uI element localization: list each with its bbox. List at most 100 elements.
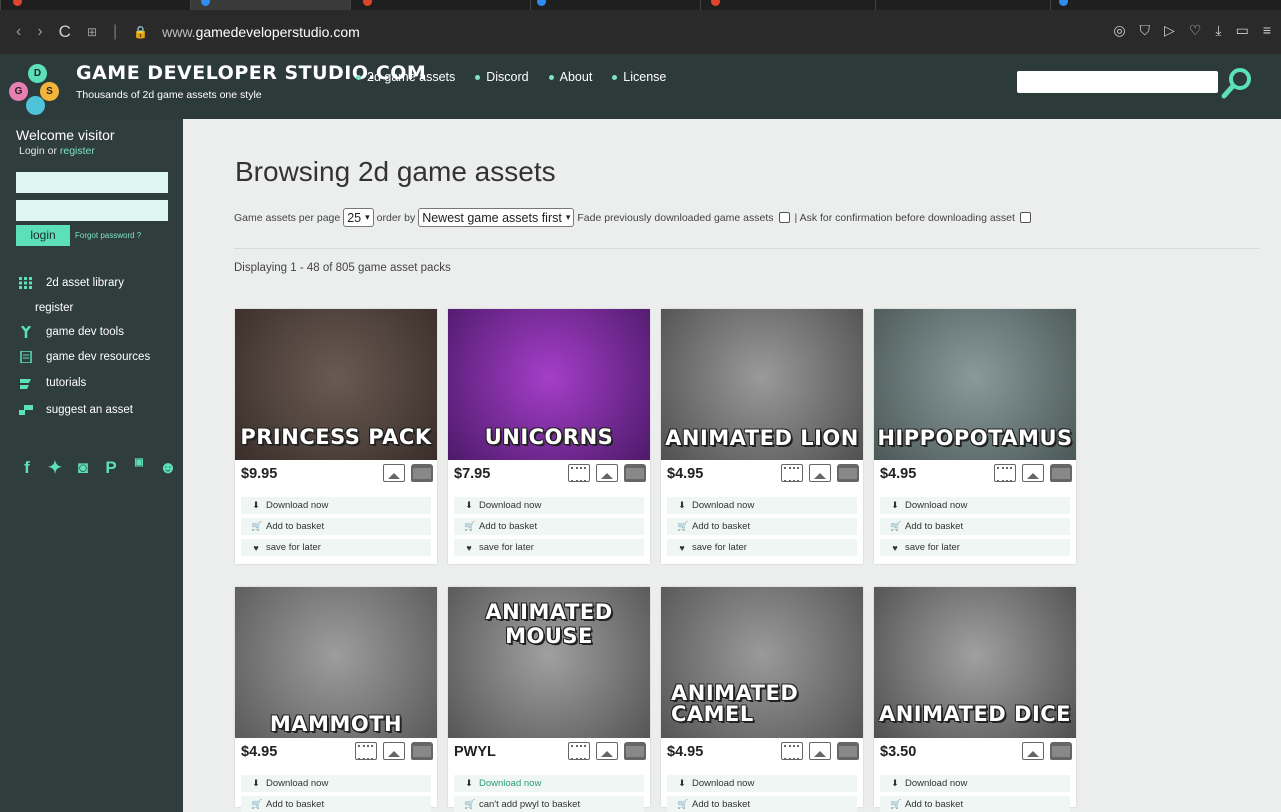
download-now-button[interactable]: ⬇ Download now (454, 775, 644, 792)
sidebar-item-tutorials[interactable]: tutorials (19, 377, 86, 389)
download-now-button[interactable]: ⬇ Download now (880, 775, 1070, 792)
youtube-icon[interactable]: ▣ (131, 458, 147, 478)
asset-title: HIPPOPOTAMUS (877, 426, 1073, 450)
download-now-button[interactable]: ⬇ Download now (241, 497, 431, 514)
asset-title: MAMMOTH (269, 712, 403, 736)
download-now-button[interactable]: ⬇ Download now (454, 497, 644, 514)
browser-tab[interactable] (875, 0, 1050, 10)
asset-thumbnail[interactable]: ANIMATED LION (661, 309, 863, 460)
browser-tab[interactable] (0, 0, 190, 10)
sidebar-item-game-dev-resources[interactable]: game dev resources (19, 351, 150, 363)
asset-title: ANIMATED DICE (878, 702, 1072, 726)
sidebar-item-register[interactable]: register (35, 302, 73, 314)
save-for-later-button[interactable]: ♥ save for later (880, 539, 1070, 556)
results-count: Displaying 1 - 48 of 805 game asset pack… (234, 262, 451, 274)
add-to-basket-button[interactable]: 🛒 Add to basket (880, 518, 1070, 535)
browser-tab-active[interactable] (190, 0, 350, 10)
shield-icon[interactable]: ⛉ (1140, 22, 1151, 39)
download-now-button[interactable]: ⬇ Download now (241, 775, 431, 792)
download-icon[interactable]: ⤓ (1215, 22, 1221, 39)
add-to-basket-disabled[interactable]: 🛒 can't add pwyl to basket (454, 796, 644, 812)
login-button[interactable]: login (16, 225, 70, 246)
send-icon[interactable]: ▷ (1164, 22, 1175, 39)
username-field[interactable] (16, 172, 168, 193)
confirm-checkbox[interactable] (1019, 212, 1031, 223)
url-field[interactable]: www.gamedeveloperstudio.com (162, 24, 360, 40)
asset-card[interactable]: HIPPOPOTAMUS $4.95 ⬇ Download now 🛒 Add to ba… (874, 309, 1076, 564)
per-page-select[interactable]: 25 ▾ (343, 208, 374, 227)
per-page-label: Game assets per page (234, 211, 341, 224)
facebook-icon[interactable]: f (19, 458, 35, 478)
instagram-icon[interactable]: ◙ (75, 458, 91, 478)
browser-tab[interactable] (1050, 0, 1281, 10)
password-field[interactable] (16, 200, 168, 221)
nav-2d-game-assets[interactable]: 2d game assets (356, 70, 455, 84)
asset-card[interactable]: PRINCESS PACK $9.95 ⬇ Download now 🛒 Add to b… (235, 309, 437, 564)
add-to-basket-button[interactable]: 🛒 Add to basket (880, 796, 1070, 812)
image-icon (1022, 742, 1044, 760)
add-to-basket-button[interactable]: 🛒 Add to basket (667, 518, 857, 535)
action-label: Download now (692, 778, 755, 789)
twitter-icon[interactable]: ✦ (47, 458, 63, 478)
menu-icon[interactable]: ≡ (1263, 22, 1271, 39)
asset-thumbnail[interactable]: ANIMATED DICE (874, 587, 1076, 738)
battery-icon[interactable]: ▭ (1236, 22, 1249, 39)
asset-thumbnail[interactable]: MAMMOTH (235, 587, 437, 738)
sidebar-item-game-dev-tools[interactable]: game dev tools (19, 326, 124, 338)
download-icon: ⬇ (678, 500, 686, 510)
nav-about[interactable]: About (548, 70, 592, 84)
sidebar-item-suggest-asset[interactable]: suggest an asset (19, 404, 133, 416)
asset-thumbnail[interactable]: UNICORNS (448, 309, 650, 460)
url-prefix: www. (162, 24, 196, 40)
nav-discord[interactable]: Discord (475, 70, 529, 84)
discord-icon[interactable]: ☻ (159, 458, 177, 478)
asset-price: $4.95 (241, 744, 278, 760)
asset-thumbnail[interactable]: PRINCESS PACK (235, 309, 437, 460)
browser-tab[interactable] (700, 0, 875, 10)
search-input[interactable] (1017, 71, 1218, 93)
asset-title: PRINCESS PACK (240, 425, 432, 449)
add-to-basket-button[interactable]: 🛒 Add to basket (241, 796, 431, 812)
forward-icon[interactable]: › (37, 23, 42, 41)
save-for-later-button[interactable]: ♥ save for later (667, 539, 857, 556)
tabs-grid-icon[interactable]: ⊞ (87, 25, 97, 39)
add-to-basket-button[interactable]: 🛒 Add to basket (241, 518, 431, 535)
browser-tab[interactable] (350, 0, 530, 10)
reload-icon[interactable]: C (59, 22, 71, 42)
asset-card[interactable]: ANIMATED DICE $3.50 ⬇ Download now 🛒 Add to b… (874, 587, 1076, 812)
asset-card[interactable]: UNICORNS $7.95 ⬇ Download now 🛒 Add to basket… (448, 309, 650, 564)
fade-label: Fade previously downloaded game assets (577, 211, 774, 224)
logo-circle-g: G (9, 82, 28, 101)
folder-icon (411, 742, 433, 760)
asset-card[interactable]: MAMMOTH $4.95 ⬇ Download now 🛒 Add to basket (235, 587, 437, 812)
download-now-button[interactable]: ⬇ Download now (667, 775, 857, 792)
nav-license[interactable]: License (612, 70, 666, 84)
fade-checkbox[interactable] (778, 212, 790, 223)
sidebar-item-asset-library[interactable]: 2d asset library (19, 277, 124, 289)
pinterest-icon[interactable]: P (103, 458, 119, 478)
animation-icon (568, 464, 590, 482)
forgot-password-link[interactable]: Forgot password ? (75, 231, 141, 240)
add-to-basket-button[interactable]: 🛒 Add to basket (667, 796, 857, 812)
folder-icon (624, 742, 646, 760)
action-label: Download now (479, 778, 542, 789)
asset-card[interactable]: ANIMATED MOUSE PWYL ⬇ Download now 🛒 can't ad… (448, 587, 650, 812)
logo[interactable]: D G S (8, 64, 66, 115)
asset-card[interactable]: ANIMATED CAMEL $4.95 ⬇ Download now 🛒 Add to … (661, 587, 863, 812)
back-icon[interactable]: ‹ (16, 23, 21, 41)
browser-tab[interactable] (530, 0, 700, 10)
asset-card[interactable]: ANIMATED LION $4.95 ⬇ Download now 🛒 Add to b… (661, 309, 863, 564)
add-to-basket-button[interactable]: 🛒 Add to basket (454, 518, 644, 535)
register-link[interactable]: register (60, 145, 95, 157)
download-now-button[interactable]: ⬇ Download now (667, 497, 857, 514)
save-for-later-button[interactable]: ♥ save for later (241, 539, 431, 556)
asset-thumbnail[interactable]: HIPPOPOTAMUS (874, 309, 1076, 460)
save-for-later-button[interactable]: ♥ save for later (454, 539, 644, 556)
download-now-button[interactable]: ⬇ Download now (880, 497, 1070, 514)
asset-thumbnail[interactable]: ANIMATED CAMEL (661, 587, 863, 738)
heart-icon[interactable]: ♡ (1189, 22, 1202, 39)
order-by-select[interactable]: Newest game assets first ▾ (418, 208, 575, 227)
camera-icon[interactable]: ◎ (1113, 22, 1125, 39)
asset-thumbnail[interactable]: ANIMATED MOUSE (448, 587, 650, 738)
search-icon[interactable] (1221, 67, 1253, 99)
